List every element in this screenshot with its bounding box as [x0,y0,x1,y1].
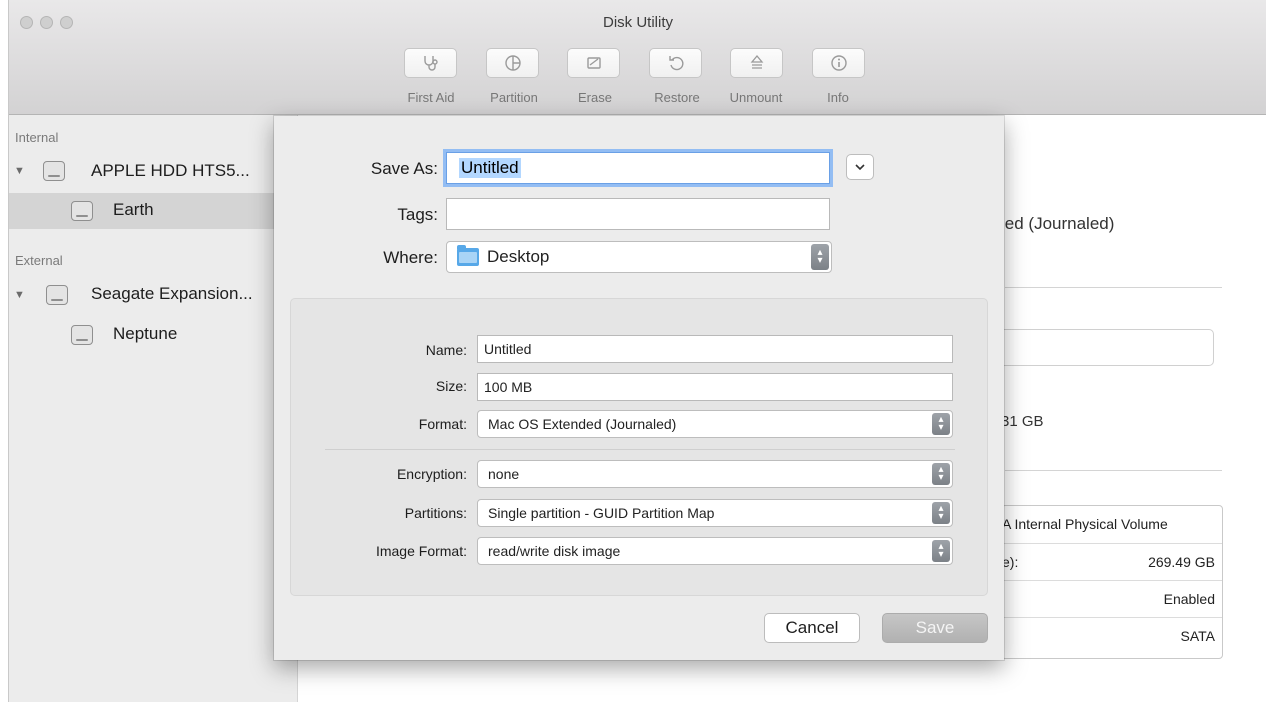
where-popup[interactable]: Desktop ▴ ▾ [446,241,832,273]
info-icon [830,55,847,71]
sidebar-item-label: Neptune [113,324,178,343]
capacity-text: 31 GB [1001,413,1044,430]
encryption-popup[interactable]: none ▴ ▾ [477,460,953,488]
updown-arrows-icon: ▴ ▾ [932,413,950,435]
divider [1005,470,1222,471]
sidebar-item-label: APPLE HDD HTS5... [91,161,250,180]
unmount-label: Unmount [729,90,783,105]
chevron-down-icon [855,163,865,170]
title-toolbar: Disk Utility First Aid Partition Erase R… [9,0,1266,115]
where-value: Desktop [487,247,550,266]
cancel-button[interactable]: Cancel [764,613,860,643]
tags-label: Tags: [397,205,438,224]
save-as-label: Save As: [370,159,438,178]
updown-arrows-icon: ▴ ▾ [932,540,950,562]
external-disk-icon [46,285,68,305]
size-label: Size: [435,378,467,394]
size-input[interactable]: 100 MB [477,373,953,401]
stethoscope-icon [423,56,438,71]
where-label: Where: [383,248,438,267]
info-row: e): 269.49 GB [1002,543,1222,580]
expand-dialog-button[interactable] [846,154,874,180]
image-format-label: Image Format: [375,543,467,559]
name-label: Name: [425,342,467,358]
info-value: Enabled [1163,591,1215,607]
encryption-value: none [488,466,520,482]
updown-arrows-icon: ▴ ▾ [932,502,950,524]
info-row: A Internal Physical Volume [1002,506,1222,542]
save-as-input[interactable]: Untitled [446,152,830,184]
first-aid-label: First Aid [407,90,455,105]
erase-label: Erase [578,90,612,105]
info-row: Enabled [1002,580,1222,617]
image-format-value: read/write disk image [488,543,621,559]
sidebar-item-neptune[interactable]: Neptune [9,317,297,353]
disclosure-triangle-icon[interactable]: ▼ [14,165,25,177]
volume-icon [71,325,93,345]
image-format-popup[interactable]: read/write disk image ▴ ▾ [477,537,953,565]
first-aid-button[interactable] [403,48,458,78]
partition-label: Partition [490,90,538,105]
restore-icon [668,56,683,71]
erase-button[interactable] [566,48,621,78]
volume-format-text: led (Journaled) [1001,214,1115,233]
erase-icon [586,57,601,69]
divider [1005,287,1222,288]
folder-icon [457,245,479,266]
partitions-popup[interactable]: Single partition - GUID Partition Map ▴ ▾ [477,499,953,527]
sidebar-item-label: Seagate Expansion... [91,284,253,303]
format-popup[interactable]: Mac OS Extended (Journaled) ▴ ▾ [477,410,953,438]
disclosure-triangle-icon[interactable]: ▼ [14,289,25,301]
partitions-label: Partitions: [404,505,467,521]
restore-label: Restore [654,90,700,105]
restore-button[interactable] [648,48,703,78]
volume-icon [71,201,93,221]
updown-arrows-icon: ▴ ▾ [811,244,829,270]
size-value: 100 MB [484,379,533,395]
partitions-value: Single partition - GUID Partition Map [488,505,715,521]
internal-section-header: Internal [15,130,59,145]
image-options-panel: Name: Untitled Size: 100 MB Format: Mac … [290,298,988,596]
unmount-icon [750,54,763,69]
new-image-save-sheet: Save As: Untitled Tags: Where: Desktop ▴… [274,116,1004,660]
updown-arrows-icon: ▴ ▾ [932,463,950,485]
format-value: Mac OS Extended (Journaled) [488,416,677,432]
info-table: A Internal Physical Volume e): 269.49 GB… [1001,505,1223,659]
unmount-button[interactable] [729,48,784,78]
tags-input[interactable] [446,198,830,230]
encryption-label: Encryption: [396,466,467,482]
sidebar-item-external-disk[interactable]: ▼ Seagate Expansion... [9,277,297,313]
save-as-value: Untitled [459,158,521,178]
sidebar: Internal ▼ APPLE HDD HTS5... Earth Exter… [9,115,298,702]
name-input[interactable]: Untitled [477,335,953,363]
divider [325,449,955,450]
sidebar-item-earth[interactable]: Earth [9,193,297,229]
format-label: Format: [418,416,467,432]
info-key: A Internal Physical Volume [1002,516,1168,532]
info-label: Info [827,90,849,105]
info-key: e): [1002,554,1019,570]
info-row: SATA [1002,617,1222,654]
window-title: Disk Utility [603,14,673,31]
partition-button[interactable] [485,48,540,78]
sidebar-item-internal-disk[interactable]: ▼ APPLE HDD HTS5... [9,153,297,189]
internal-disk-icon [43,161,65,181]
save-button[interactable]: Save [882,613,988,643]
partition-icon [504,55,521,71]
usage-bar [989,329,1214,366]
sidebar-item-label: Earth [113,200,154,219]
info-button[interactable] [811,48,866,78]
name-value: Untitled [484,341,532,357]
info-value: 269.49 GB [1148,554,1215,570]
external-section-header: External [15,253,63,268]
info-value: SATA [1180,628,1216,644]
